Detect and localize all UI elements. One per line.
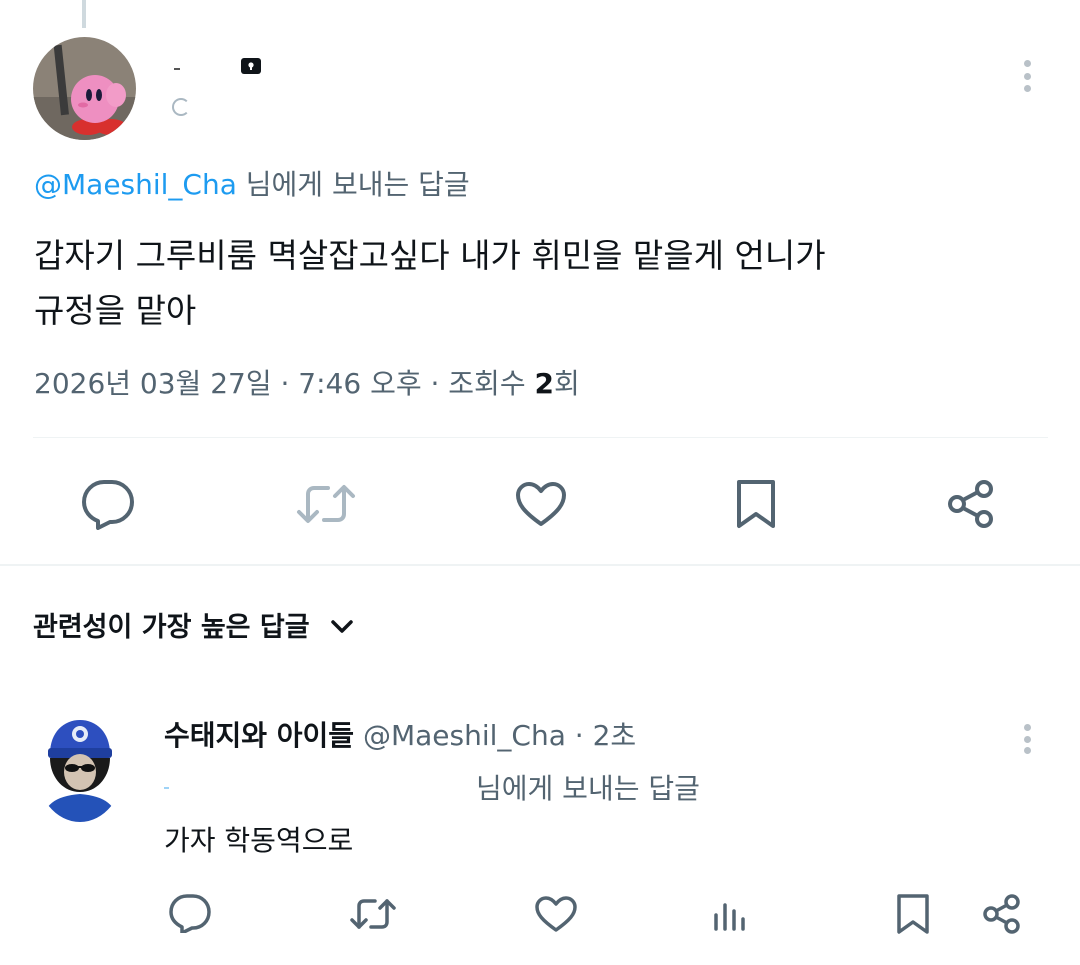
reply-to-label: 님에게 보내는 답글 (236, 168, 470, 201)
reply-reply-icon[interactable] (168, 893, 212, 933)
chevron-down-icon (330, 618, 354, 638)
reply-bookmark-icon[interactable] (896, 893, 930, 935)
thread-line (82, 0, 86, 28)
view-count: 2 (534, 367, 554, 400)
bookmark-icon[interactable] (735, 478, 777, 530)
author-name-redacted[interactable] (170, 60, 250, 80)
reply-display-name[interactable]: 수태지와 아이들 (164, 719, 354, 752)
tweet-text-line-2: 규정을 맡아 (34, 291, 197, 330)
reply-share-icon[interactable] (980, 893, 1024, 935)
reply-more-options-icon[interactable] (1023, 724, 1031, 754)
reply-handle[interactable]: @Maeshil_Cha (363, 719, 566, 752)
reply-header: 수태지와 아이들 @Maeshil_Cha · 2초 (164, 716, 636, 756)
author-avatar[interactable] (33, 37, 136, 140)
reply-views-icon[interactable] (712, 895, 748, 933)
reply-retweet-icon[interactable] (349, 895, 397, 933)
meta-divider (33, 437, 1048, 438)
author-handle-redacted (170, 96, 200, 116)
reply-like-icon[interactable] (534, 895, 578, 933)
tweet-text: 갑자기 그루비룸 멱살잡고싶다 내가 휘민을 맡을게 언니가 규정을 맡아 (34, 228, 826, 338)
like-icon[interactable] (514, 480, 568, 528)
retweet-icon[interactable] (296, 480, 356, 528)
share-icon[interactable] (944, 478, 998, 530)
reply-reply-to-label: 님에게 보내는 답글 (476, 772, 700, 805)
more-options-icon[interactable] (1023, 60, 1031, 92)
reply-icon[interactable] (80, 478, 136, 530)
reply-to-handle-link[interactable]: @Maeshil_Cha (34, 168, 237, 201)
reply-sort-label: 관련성이 가장 높은 답글 (33, 612, 310, 643)
reply-time[interactable]: · 2초 (566, 719, 636, 752)
reply-to-line: @Maeshil_Cha 님에게 보내는 답글 (34, 166, 470, 204)
tweet-text-line-1: 갑자기 그루비룸 멱살잡고싶다 내가 휘민을 맡을게 언니가 (34, 236, 826, 275)
view-count-suffix: 회 (553, 367, 580, 400)
tweet-meta: 2026년 03월 27일 · 7:46 오후 · 조회수 2회 (34, 364, 580, 404)
reply-sort-dropdown[interactable]: 관련성이 가장 높은 답글 (33, 609, 354, 647)
timestamp[interactable]: 2026년 03월 27일 · 7:46 오후 · 조회수 (34, 367, 534, 400)
reply-reply-to-redacted (164, 786, 172, 790)
reply-author-avatar[interactable] (36, 714, 124, 822)
protected-lock-icon (240, 56, 262, 76)
section-divider (0, 564, 1080, 566)
reply-text: 가자 학동역으로 (164, 824, 354, 857)
